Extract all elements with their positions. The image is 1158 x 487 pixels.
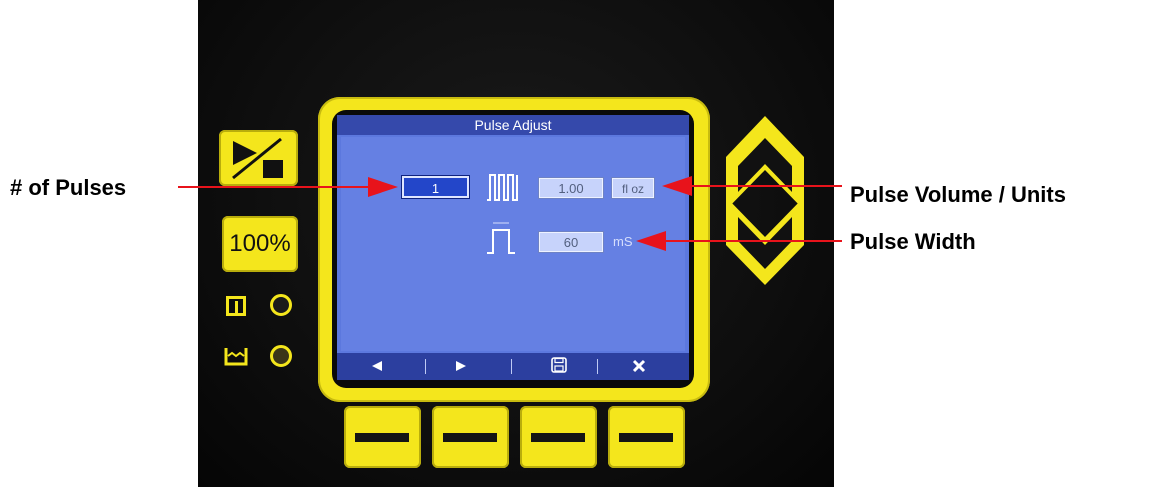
pulse-volume-unit-field[interactable]: fl oz: [612, 178, 654, 198]
speed-100-button[interactable]: 100%: [222, 216, 298, 272]
nav-left-button[interactable]: [359, 353, 395, 380]
soft-key-4[interactable]: [608, 406, 685, 468]
left-triangle-icon: [372, 361, 382, 371]
soft-key-bar: [355, 433, 409, 442]
tank-level-icon: [224, 348, 248, 366]
nav-separator: [511, 359, 512, 374]
arrowhead-width: [636, 231, 666, 251]
prime-icon: [226, 296, 246, 316]
pulse-width-icon: [487, 222, 515, 254]
arrowhead-volume: [662, 176, 692, 196]
soft-key-bar: [443, 433, 497, 442]
right-triangle-icon: [456, 361, 466, 371]
callout-arrow-pulses: [178, 186, 368, 188]
pulse-volume-field[interactable]: 1.00: [539, 178, 603, 198]
arrowhead-pulses: [368, 177, 398, 197]
status-led-2: [270, 345, 292, 367]
screen-nav-bar: [337, 353, 689, 380]
nav-separator: [597, 359, 598, 374]
callout-number-of-pulses: # of Pulses: [10, 175, 127, 200]
x-cancel-icon: [632, 359, 646, 373]
status-led-1: [270, 294, 292, 316]
multi-pulse-icon: [487, 174, 518, 201]
nav-separator: [425, 359, 426, 374]
soft-key-3[interactable]: [520, 406, 597, 468]
soft-key-bar: [619, 433, 673, 442]
cancel-button[interactable]: [619, 353, 659, 380]
save-button[interactable]: [539, 353, 579, 380]
pulse-width-unit: mS: [613, 234, 633, 249]
play-stop-icon: [232, 137, 283, 180]
nav-right-button[interactable]: [443, 353, 479, 380]
callout-arrow-volume: [690, 185, 842, 187]
callout-pulse-volume-units: Pulse Volume / Units: [850, 182, 1066, 207]
speed-100-label: 100%: [229, 230, 291, 257]
soft-key-bar: [531, 433, 585, 442]
soft-key-1[interactable]: [344, 406, 421, 468]
callout-pulse-width: Pulse Width: [850, 229, 976, 254]
start-stop-button[interactable]: [219, 130, 298, 186]
floppy-disk-icon: [551, 357, 567, 373]
pulse-width-field[interactable]: 60: [539, 232, 603, 252]
callout-arrow-width: [664, 240, 842, 242]
pulses-field[interactable]: 1: [402, 176, 469, 198]
soft-key-2[interactable]: [432, 406, 509, 468]
screen-title: Pulse Adjust: [337, 115, 689, 135]
